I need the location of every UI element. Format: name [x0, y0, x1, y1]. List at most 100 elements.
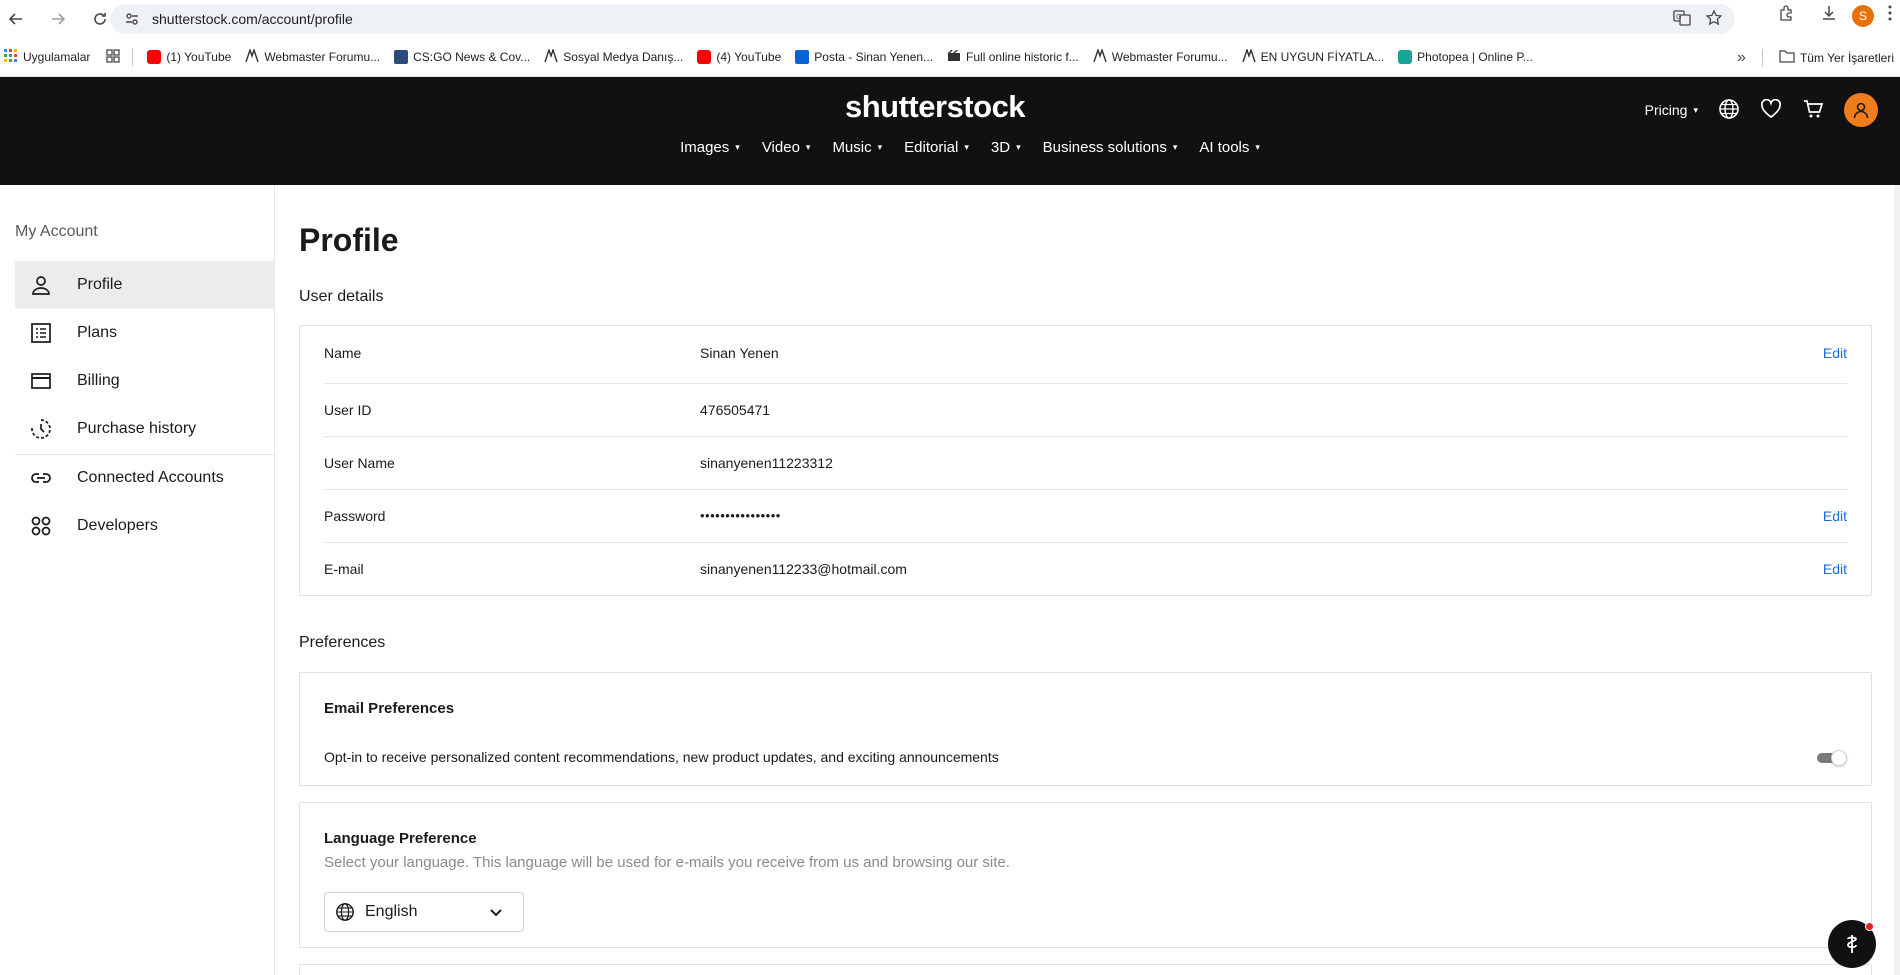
nav-business-solutions[interactable]: Business solutions ▾: [1043, 139, 1178, 156]
detail-key: Password: [324, 507, 386, 524]
sidebar-item-connected-accounts[interactable]: Connected Accounts: [15, 454, 275, 502]
person-icon: [27, 274, 55, 296]
nav-video[interactable]: Video ▾: [762, 139, 811, 156]
user-details-card: Name Sinan Yenen Edit User ID 476505471 …: [299, 325, 1872, 596]
site-settings-icon[interactable]: [118, 12, 146, 26]
email-opt-in-toggle[interactable]: [1817, 750, 1847, 766]
url-text[interactable]: shutterstock.com/account/profile: [152, 11, 353, 27]
menu-dots-icon[interactable]: [1888, 5, 1892, 26]
user-details-title: User details: [299, 288, 384, 305]
bookmark-label: Uygulamalar: [23, 50, 91, 64]
detail-row-user-id: User ID 476505471: [324, 383, 1847, 436]
history-icon: [27, 418, 55, 440]
more-bookmarks-button[interactable]: »: [1737, 49, 1746, 67]
detail-value: 476505471: [700, 401, 771, 418]
edit-email-link[interactable]: Edit: [1823, 561, 1847, 577]
chevron-down-icon: ▾: [1255, 142, 1260, 152]
sidebar-item-label: Purchase history: [77, 420, 197, 437]
edit-name-link[interactable]: Edit: [1823, 345, 1847, 361]
nav-ai-tools[interactable]: AI tools ▾: [1199, 139, 1260, 156]
address-bar[interactable]: shutterstock.com/account/profile G: [110, 4, 1735, 34]
all-bookmarks-folder[interactable]: Tüm Yer İşaretleri: [1779, 49, 1894, 66]
detail-value: sinanyenen112233@hotmail.com: [700, 560, 907, 577]
bookmark-historic[interactable]: Full online historic f...: [947, 49, 1079, 66]
shutterstock-logo[interactable]: shutterstock: [845, 89, 1026, 125]
bookmark-star-icon[interactable]: [1705, 9, 1723, 32]
sidebar-item-developers[interactable]: Developers: [15, 502, 275, 550]
chat-help-button[interactable]: [1828, 920, 1876, 968]
language-preference-heading: Language Preference: [324, 830, 477, 847]
sidebar-item-purchase-history[interactable]: Purchase history: [15, 405, 275, 453]
bookmark-webmaster-2[interactable]: Webmaster Forumu...: [1093, 47, 1228, 66]
chevron-down-icon: ▾: [1693, 104, 1698, 115]
user-icon: [1853, 102, 1869, 119]
nav-label: Business solutions: [1042, 139, 1167, 156]
sidebar-item-label: Connected Accounts: [77, 469, 224, 486]
sidebar-title: My Account: [15, 223, 98, 240]
detail-key: E-mail: [324, 560, 364, 577]
pricing-menu[interactable]: Pricing ▾: [1645, 102, 1698, 118]
nav-label: 3D: [990, 139, 1011, 156]
detail-key: User Name: [324, 454, 395, 471]
sidebar-item-profile[interactable]: Profile: [15, 261, 275, 309]
download-icon[interactable]: [1820, 4, 1838, 27]
heart-icon[interactable]: [1760, 98, 1782, 122]
bookmark-webmaster-1[interactable]: Webmaster Forumu...: [245, 47, 381, 66]
forward-icon[interactable]: [44, 5, 72, 33]
cart-icon[interactable]: [1802, 98, 1824, 123]
edit-password-link[interactable]: Edit: [1823, 508, 1847, 524]
bookmark-label: Sosyal Medya Danış...: [563, 50, 684, 64]
email-preferences-card: Email Preferences Opt-in to receive pers…: [299, 672, 1872, 786]
bookmark-label: CS:GO News & Cov...: [413, 50, 531, 64]
tab-grid-icon[interactable]: [106, 48, 121, 66]
nav-label: Editorial: [904, 139, 959, 156]
nav-editorial[interactable]: Editorial ▾: [904, 139, 969, 156]
account-sidebar: My Account Profile Plans Billing Purchas…: [0, 185, 275, 975]
browser-profile-avatar[interactable]: S: [1852, 4, 1874, 27]
nav-label: Images: [680, 139, 730, 156]
detail-value: ••••••••••••••••: [700, 508, 781, 523]
next-card-partial: [299, 964, 1872, 975]
chevron-down-icon: ▾: [805, 142, 811, 152]
toggle-knob: [1831, 750, 1847, 766]
bookmark-label: (1) YouTube: [166, 50, 232, 64]
bookmark-sosyal-medya[interactable]: Sosyal Medya Danış...: [544, 47, 684, 66]
youtube-icon: [697, 50, 712, 64]
bookmark-label: Webmaster Forumu...: [1111, 50, 1228, 64]
chevron-down-icon: ▾: [1172, 142, 1178, 152]
sidebar-item-label: Developers: [77, 517, 158, 534]
list-icon: [27, 322, 55, 344]
nav-label: Music: [832, 139, 872, 156]
bookmark-apps[interactable]: Uygulamalar: [4, 48, 91, 66]
sidebar-item-plans[interactable]: Plans: [15, 309, 275, 357]
user-account-button[interactable]: [1844, 93, 1878, 127]
main-navigation: Images ▾ Video ▾ Music ▾ Editorial ▾ 3D ▾ Bus…: [0, 139, 1900, 156]
page-scrollbar[interactable]: [1894, 185, 1900, 975]
youtube-icon: [147, 50, 162, 64]
photopea-icon: [1398, 50, 1413, 64]
bookmark-label: Tüm Yer İşaretleri: [1799, 50, 1894, 65]
bookmark-outlook[interactable]: Posta - Sinan Yenen...: [795, 50, 933, 64]
globe-icon[interactable]: [1718, 98, 1740, 123]
bookmark-photopea[interactable]: Photopea | Online P...: [1398, 50, 1533, 64]
back-icon[interactable]: [2, 5, 30, 33]
sidebar-item-billing[interactable]: Billing: [15, 357, 275, 405]
bookmark-csgo[interactable]: CS:GO News & Cov...: [394, 50, 530, 64]
sidebar-item-label: Profile: [77, 276, 123, 293]
bookmark-label: Posta - Sinan Yenen...: [814, 50, 934, 64]
translate-icon[interactable]: G: [1673, 9, 1691, 32]
notification-dot: [1865, 922, 1874, 931]
language-select[interactable]: English: [324, 892, 524, 932]
svg-text:G: G: [1676, 13, 1681, 21]
nav-3d[interactable]: 3D ▾: [991, 139, 1021, 156]
bookmark-youtube-1[interactable]: (1) YouTube: [147, 50, 231, 64]
extensions-icon[interactable]: [1778, 4, 1796, 27]
detail-value: Sinan Yenen: [700, 344, 779, 361]
nav-music[interactable]: Music ▾: [832, 139, 882, 156]
bookmark-en-uygun[interactable]: EN UYGUN FİYATLA...: [1241, 47, 1384, 66]
apps-grid-icon: [4, 48, 18, 66]
detail-row-email: E-mail sinanyenen112233@hotmail.com Edit: [324, 542, 1847, 595]
bookmark-label: Webmaster Forumu...: [264, 50, 381, 64]
nav-images[interactable]: Images ▾: [680, 139, 740, 156]
bookmark-youtube-4[interactable]: (4) YouTube: [697, 50, 781, 64]
